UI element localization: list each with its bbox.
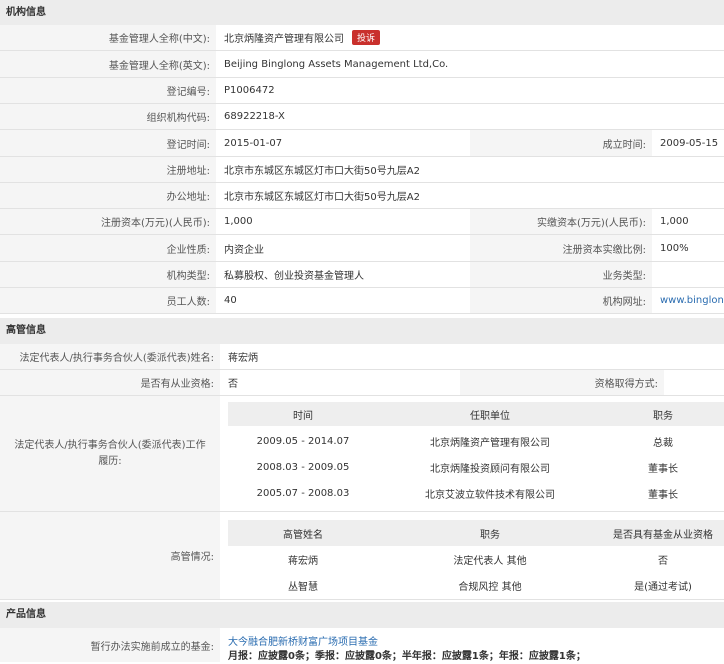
office-addr-value: 北京市东城区东城区灯市口大街50号九层A2 — [224, 192, 420, 203]
qualified-row: 是否有从业资格: 否 资格取得方式: — [0, 370, 724, 396]
reg-capital-value: 1,000 — [224, 216, 253, 227]
history-time: 2008.03 - 2009.05 — [256, 461, 350, 473]
reg-no-value: P1006472 — [224, 85, 275, 96]
org-name-cn-text: 北京炳隆资产管理有限公司 — [224, 34, 344, 45]
paid-capital-label: 实缴资本(万元)(人民币): — [470, 209, 652, 234]
reg-capital-label: 注册资本(万元)(人民币): — [0, 209, 216, 234]
qual-method-label: 资格取得方式: — [460, 370, 664, 395]
org-code-value: 68922218-X — [224, 111, 285, 122]
pre-fund-row: 暂行办法实施前成立的基金: 大今融合肥新桥财富广场项目基金 月报：应披露0条；季… — [0, 628, 724, 662]
office-addr-row: 办公地址: 北京市东城区东城区灯市口大街50号九层A2 — [0, 183, 724, 209]
managers-header-qual: 是否具有基金从业资格 — [613, 529, 713, 541]
type-value: 私募股权、创业投资基金管理人 — [224, 271, 364, 282]
history-row: 法定代表人/执行事务合伙人(委派代表)工作履历: 时间 任职单位 职务 2009… — [0, 396, 724, 512]
manager-name: 丛智慧 — [288, 581, 318, 593]
org-name-cn-label: 基金管理人全称(中文): — [0, 25, 216, 50]
org-name-cn-row: 基金管理人全称(中文): 北京炳隆资产管理有限公司 投诉 — [0, 25, 724, 51]
capital-row: 注册资本(万元)(人民币): 1,000 实缴资本(万元)(人民币): 1,00… — [0, 209, 724, 235]
dates-row: 登记时间: 2015-01-07 成立时间: 2009-05-15 — [0, 130, 724, 157]
org-name-en-label: 基金管理人全称(英文): — [0, 51, 216, 77]
history-time: 2009.05 - 2014.07 — [256, 435, 350, 447]
biz-type-label: 业务类型: — [470, 262, 652, 287]
qualified-label: 是否有从业资格: — [0, 370, 220, 395]
reg-date-label: 登记时间: — [0, 130, 216, 156]
history-role: 总裁 — [653, 437, 673, 449]
nature-value: 内资企业 — [224, 244, 264, 256]
paid-ratio-label: 注册资本实缴比例: — [470, 235, 652, 261]
qual-method-value — [664, 370, 724, 395]
org-code-label: 组织机构代码: — [0, 104, 216, 129]
manager-role: 合规风控 其他 — [458, 581, 522, 593]
history-label: 法定代表人/执行事务合伙人(委派代表)工作履历: — [0, 396, 220, 511]
manager-qual: 是(通过考试) — [634, 581, 692, 593]
history-header-unit: 任职单位 — [470, 410, 510, 422]
history-role: 董事长 — [648, 489, 678, 501]
reg-addr-label: 注册地址: — [0, 157, 216, 182]
org-name-en-value: Beijing Binglong Assets Management Ltd,C… — [224, 58, 449, 70]
manager-name: 蒋宏炳 — [288, 555, 318, 567]
staff-label: 员工人数: — [0, 288, 216, 313]
managers-header-role: 职务 — [480, 529, 500, 541]
reg-addr-value: 北京市东城区东城区灯市口大街50号九层A2 — [224, 166, 420, 177]
legal-rep-row: 法定代表人/执行事务合伙人(委派代表)姓名: 蒋宏炳 — [0, 344, 724, 370]
org-section-header: 机构信息 — [0, 0, 724, 25]
reg-date-value: 2015-01-07 — [224, 137, 283, 149]
manager-role: 法定代表人 其他 — [453, 555, 527, 567]
legal-rep-label: 法定代表人/执行事务合伙人(委派代表)姓名: — [0, 344, 220, 369]
staff-value: 40 — [224, 295, 237, 306]
complaint-button[interactable]: 投诉 — [352, 30, 381, 45]
biz-type-value — [652, 262, 724, 287]
reg-addr-row: 注册地址: 北京市东城区东城区灯市口大街50号九层A2 — [0, 157, 724, 183]
exec-section-header: 高管信息 — [0, 318, 724, 344]
history-unit: 北京艾波立软件技术有限公司 — [425, 489, 555, 501]
manager-qual: 否 — [658, 555, 668, 567]
org-name-cn-value: 北京炳隆资产管理有限公司 投诉 — [216, 25, 724, 50]
history-role: 董事长 — [648, 463, 678, 475]
reg-no-label: 登记编号: — [0, 78, 216, 103]
type-row: 机构类型: 私募股权、创业投资基金管理人 业务类型: — [0, 262, 724, 288]
reg-no-row: 登记编号: P1006472 — [0, 78, 724, 104]
pre-fund-link[interactable]: 大今融合肥新桥财富广场项目基金 — [228, 636, 724, 650]
managers-header-name: 高管姓名 — [283, 529, 323, 541]
history-header-role: 职务 — [653, 410, 673, 422]
org-name-en-row: 基金管理人全称(英文): Beijing Binglong Assets Man… — [0, 51, 724, 78]
org-code-row: 组织机构代码: 68922218-X — [0, 104, 724, 130]
nature-row: 企业性质: 内资企业 注册资本实缴比例: 100% — [0, 235, 724, 262]
qualified-value: 否 — [228, 379, 238, 390]
paid-ratio-value: 100% — [660, 242, 689, 254]
paid-capital-value: 1,000 — [660, 216, 689, 227]
nature-label: 企业性质: — [0, 235, 216, 261]
managers-row: 高管情况: 高管姓名 职务 是否具有基金从业资格 蒋宏炳 法定代表人 其他 否 … — [0, 512, 724, 600]
pre-fund-label: 暂行办法实施前成立的基金: — [0, 628, 220, 662]
history-header-time: 时间 — [293, 410, 313, 422]
est-date-label: 成立时间: — [470, 130, 652, 156]
website-label: 机构网址: — [470, 288, 652, 313]
product-section-header: 产品信息 — [0, 602, 724, 628]
website-link[interactable]: www.binglon — [652, 288, 724, 313]
pre-fund-value: 大今融合肥新桥财富广场项目基金 月报：应披露0条；季报：应披露0条；半年报：应披… — [228, 636, 724, 664]
legal-rep-value: 蒋宏炳 — [228, 353, 258, 364]
history-unit: 北京炳隆投资顾问有限公司 — [430, 463, 550, 475]
managers-label: 高管情况: — [0, 512, 220, 599]
staff-row: 员工人数: 40 机构网址: www.binglon — [0, 288, 724, 314]
history-time: 2005.07 - 2008.03 — [256, 487, 350, 499]
type-label: 机构类型: — [0, 262, 216, 287]
est-date-value: 2009-05-15 — [660, 137, 719, 149]
history-unit: 北京炳隆资产管理有限公司 — [430, 437, 550, 449]
office-addr-label: 办公地址: — [0, 183, 216, 208]
